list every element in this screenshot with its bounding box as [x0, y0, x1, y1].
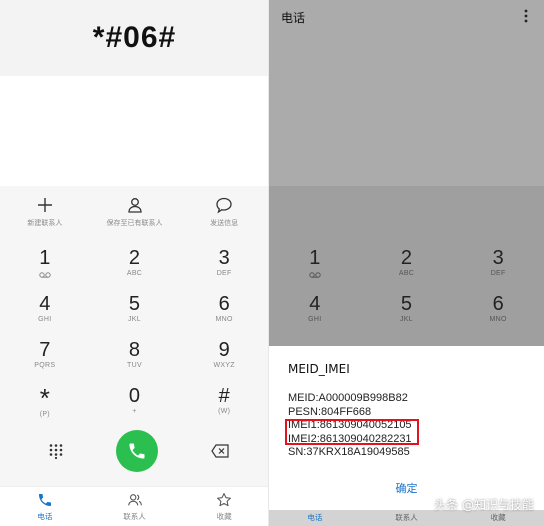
key-letters: GHI [308, 316, 322, 323]
phone-icon [38, 494, 51, 506]
key-4: 4 GHI [269, 290, 361, 336]
key-digit: 3 [492, 247, 504, 269]
sn-line: SN:37KRX18A19049585 [288, 446, 410, 458]
dialpad-toggle-icon[interactable] [48, 443, 64, 459]
confirm-button[interactable]: 确定 [269, 480, 544, 496]
message-icon [216, 197, 232, 214]
key-digit: 2 [400, 247, 413, 269]
key-letters: GHI [38, 316, 52, 323]
key-letters: ABC [398, 270, 415, 277]
pesn-line: PESN:804FF668 [288, 405, 372, 418]
key-letters: TUV [127, 362, 142, 369]
backspace-icon[interactable] [211, 444, 229, 458]
key-8[interactable]: 8 TUV [90, 336, 180, 382]
key-digit: 4 [39, 293, 51, 315]
key-letters: JKL [128, 316, 141, 323]
imei-result-panel: 电话 1 2 ABC 3 DEF 4 GHI 5 JKL 6 MNO MEID_… [269, 0, 544, 526]
dialer-actions: 新建联系人 保存至已有联系人 发送信息 [0, 196, 269, 236]
key-hash[interactable]: # (W) [179, 382, 269, 428]
key-digit: 3 [218, 247, 230, 269]
key-9[interactable]: 9 WXYZ [179, 336, 269, 382]
key-letters: WXYZ [213, 362, 235, 369]
new-contact-button[interactable]: 新建联系人 [0, 196, 90, 236]
dialog-title: MEID_IMEI [288, 362, 350, 376]
key-letters: (W) [218, 408, 231, 415]
dialer-panel: *#06# 新建联系人 保存至已有联系人 发送信息 1 2 ABC 3 DEF [0, 0, 269, 526]
key-letters: DEF [216, 270, 232, 277]
send-message-button[interactable]: 发送信息 [179, 196, 269, 236]
key-letters: (P) [39, 411, 50, 418]
more-options-icon[interactable] [524, 9, 528, 23]
key-1: 1 [269, 244, 361, 290]
meid-imei-dialog: MEID_IMEI MEID:A000009B998B82 PESN:804FF… [269, 346, 544, 510]
tab-favorites[interactable]: 收藏 [179, 487, 269, 526]
phone-icon [129, 443, 145, 459]
key-2[interactable]: 2 ABC [90, 244, 180, 290]
key-letters: PQRS [34, 362, 56, 369]
key-letters: ABC [126, 270, 143, 277]
key-letters: JKL [400, 316, 413, 323]
key-digit: 8 [128, 339, 141, 361]
save-to-existing-contact-button[interactable]: 保存至已有联系人 [90, 196, 180, 236]
key-3: 3 DEF [452, 244, 544, 290]
key-digit: 4 [309, 293, 321, 315]
new-contact-label: 新建联系人 [27, 219, 63, 227]
key-letters: + [132, 408, 137, 415]
imei-highlight-box [285, 419, 419, 445]
key-2: 2 ABC [361, 244, 453, 290]
key-letters: DEF [490, 270, 506, 277]
key-digit: 7 [39, 339, 51, 361]
meid-line: MEID:A000009B998B82 [288, 392, 408, 404]
send-message-label: 发送信息 [210, 219, 239, 227]
dialed-number-display: *#06# [0, 0, 269, 76]
key-1[interactable]: 1 [0, 244, 90, 290]
tab-label: 电话 [37, 512, 53, 521]
star-icon [217, 493, 232, 507]
key-digit: 6 [218, 293, 230, 315]
key-digit: 5 [400, 293, 413, 315]
key-digit: 9 [218, 339, 230, 361]
dialer-blank-area [0, 76, 269, 186]
key-0[interactable]: 0 + [90, 382, 180, 428]
key-5[interactable]: 5 JKL [90, 290, 180, 336]
tab-label: 收藏 [216, 512, 232, 521]
key-letters: MNO [215, 316, 233, 323]
key-4[interactable]: 4 GHI [0, 290, 90, 336]
tab-phone[interactable]: 电话 [0, 487, 90, 526]
key-digit: 1 [39, 247, 51, 269]
bottom-tab-bar: 电话 联系人 收藏 [0, 486, 269, 526]
key-digit: 1 [309, 247, 321, 269]
key-digit: 6 [492, 293, 504, 315]
dimmed-header-area: 电话 [269, 0, 544, 186]
tab-contacts[interactable]: 联系人 [90, 487, 180, 526]
watermark-text: 头条 @知识与技能 [434, 498, 534, 512]
key-3[interactable]: 3 DEF [179, 244, 269, 290]
key-7[interactable]: 7 PQRS [0, 336, 90, 382]
tab-label: 联系人 [123, 512, 146, 521]
dialer-bottom-row [0, 428, 269, 474]
plus-icon [37, 198, 52, 212]
app-title: 电话 [281, 11, 306, 25]
dimmed-dialpad: 1 2 ABC 3 DEF 4 GHI 5 JKL 6 MNO [269, 244, 544, 336]
save-to-existing-contact-label: 保存至已有联系人 [106, 219, 163, 227]
key-6[interactable]: 6 MNO [179, 290, 269, 336]
contacts-icon [127, 494, 142, 506]
dialed-number-text: *#06# [92, 21, 177, 54]
call-button[interactable] [116, 430, 158, 472]
dialpad: 1 2 ABC 3 DEF 4 GHI 5 JKL 6 MNO 7 PQRS 8 [0, 244, 269, 428]
voicemail-icon [39, 272, 51, 278]
key-digit: 0 [128, 385, 141, 407]
key-digit: 2 [128, 247, 141, 269]
key-digit: 5 [128, 293, 141, 315]
key-6: 6 MNO [452, 290, 544, 336]
key-letters: MNO [489, 316, 507, 323]
key-digit: # [218, 385, 230, 407]
tab-phone: 电话 [307, 513, 323, 522]
key-5: 5 JKL [361, 290, 453, 336]
key-digit: * [39, 383, 50, 413]
key-star[interactable]: * (P) [0, 382, 90, 428]
person-icon [127, 198, 142, 213]
voicemail-icon [309, 272, 321, 278]
